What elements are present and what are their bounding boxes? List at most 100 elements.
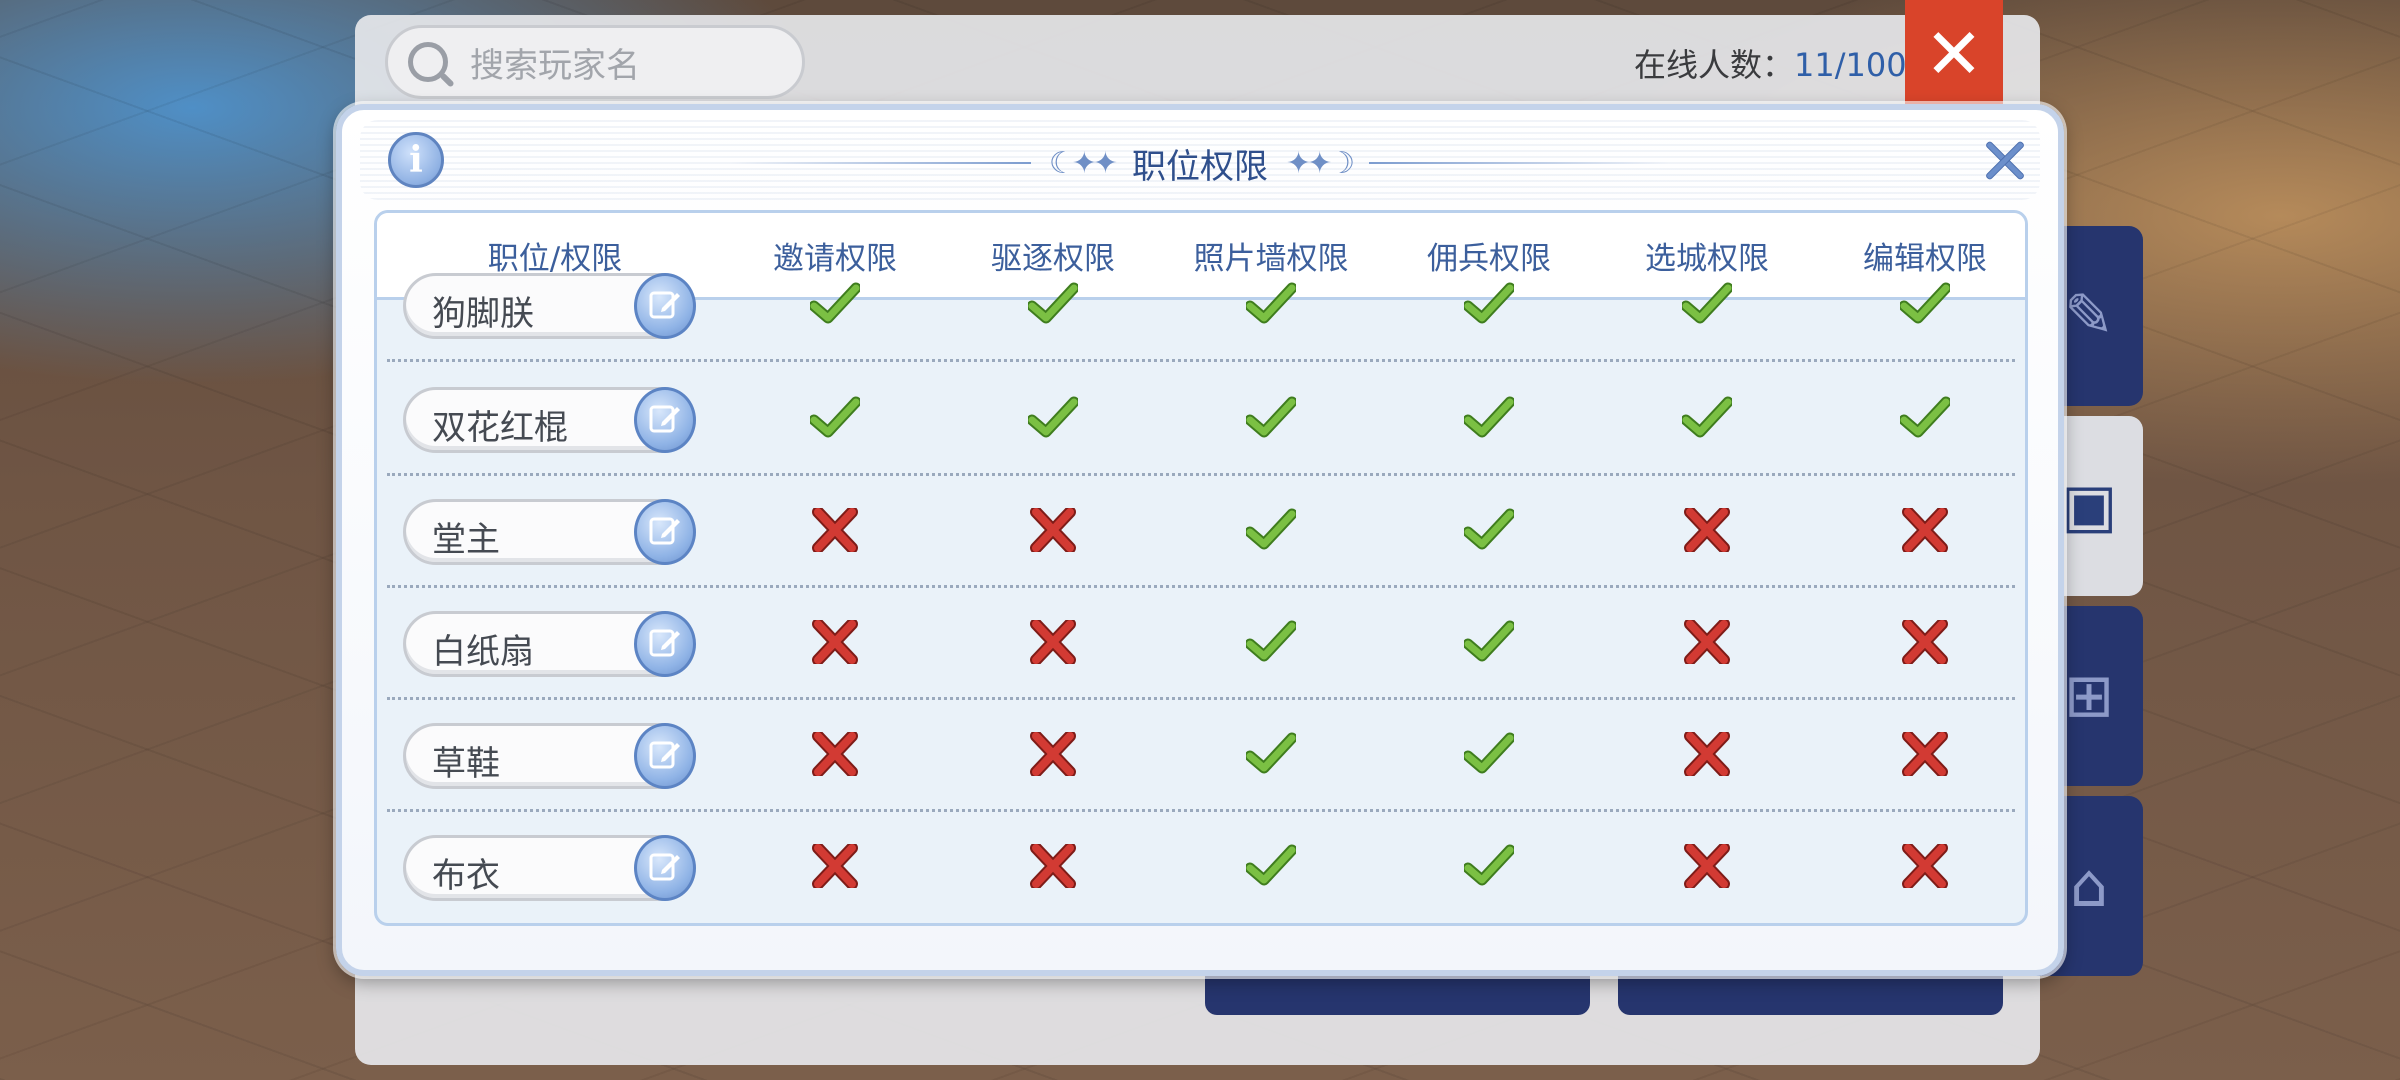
role-name: 双花红棍 — [432, 408, 568, 448]
search-input[interactable]: 搜索玩家名 — [470, 38, 640, 87]
title-line-right — [1369, 162, 1670, 164]
role-name-pill[interactable]: 布衣 — [403, 835, 696, 901]
cross-icon — [1900, 618, 1950, 668]
permission-cell[interactable] — [1379, 364, 1599, 476]
permission-cell[interactable] — [943, 812, 1163, 923]
permission-cell[interactable] — [1815, 476, 2025, 588]
edit-role-button[interactable] — [634, 387, 696, 453]
role-name: 布衣 — [432, 856, 500, 896]
check-icon — [1462, 508, 1516, 556]
check-icon — [1244, 508, 1298, 556]
door-icon: ⊞ — [2063, 661, 2115, 731]
permission-cell[interactable] — [1379, 588, 1599, 700]
edit-icon — [648, 849, 682, 887]
permission-cell[interactable] — [1815, 364, 2025, 476]
role-name: 草鞋 — [432, 744, 500, 784]
permission-cell[interactable] — [1597, 700, 1817, 812]
check-icon — [1026, 396, 1080, 444]
permission-cell[interactable] — [1597, 588, 1817, 700]
cross-icon — [1900, 842, 1950, 892]
permission-cell[interactable] — [1379, 812, 1599, 923]
permission-cell[interactable] — [725, 476, 945, 588]
permission-cell[interactable] — [725, 700, 945, 812]
table-row: 白纸扇 — [377, 588, 2025, 700]
role-name-pill[interactable]: 草鞋 — [403, 723, 696, 789]
permission-cell[interactable] — [725, 812, 945, 923]
player-search-box[interactable]: 搜索玩家名 — [385, 25, 805, 99]
check-icon — [1244, 844, 1298, 892]
check-icon — [1462, 732, 1516, 780]
cross-icon — [1028, 730, 1078, 780]
cross-icon — [1682, 618, 1732, 668]
table-row: 狗脚朕 — [377, 250, 2025, 362]
pencil-icon: ✎ — [2063, 281, 2115, 351]
title-row: ☾✦✦ 职位权限 ✦✦☽ — [342, 138, 2058, 188]
permission-cell[interactable] — [943, 250, 1163, 362]
edit-role-button[interactable] — [634, 499, 696, 565]
permission-cell[interactable] — [1161, 476, 1381, 588]
check-icon — [1898, 282, 1952, 330]
check-icon — [1680, 396, 1734, 444]
edit-icon — [648, 287, 682, 325]
check-icon — [1680, 282, 1734, 330]
permission-cell[interactable] — [1379, 700, 1599, 812]
edit-icon — [648, 513, 682, 551]
edit-role-button[interactable] — [634, 273, 696, 339]
id-card-icon: ▣ — [2060, 471, 2118, 541]
close-icon: ✕ — [1924, 13, 1984, 95]
role-name-pill[interactable]: 白纸扇 — [403, 611, 696, 677]
table-row: 布衣 — [377, 812, 2025, 923]
permission-cell[interactable] — [1161, 250, 1381, 362]
permission-cell[interactable] — [1597, 476, 1817, 588]
check-icon — [1462, 844, 1516, 892]
cross-icon — [1028, 506, 1078, 556]
permission-cell[interactable] — [943, 476, 1163, 588]
edit-role-button[interactable] — [634, 723, 696, 789]
permission-cell[interactable] — [1815, 588, 2025, 700]
permission-cell[interactable] — [1597, 250, 1817, 362]
permission-cell[interactable] — [1161, 812, 1381, 923]
permission-cell[interactable] — [1379, 250, 1599, 362]
permission-cell[interactable] — [1161, 588, 1381, 700]
crescent-ornament-left-icon: ☾✦✦ — [1048, 145, 1118, 181]
cross-icon — [1900, 506, 1950, 556]
permission-cell[interactable] — [1815, 250, 2025, 362]
permission-cell[interactable] — [1161, 700, 1381, 812]
check-icon — [808, 396, 862, 444]
guild-close-button[interactable]: ✕ — [1905, 0, 2003, 108]
check-icon — [1026, 282, 1080, 330]
permission-cell[interactable] — [1379, 476, 1599, 588]
permission-cell[interactable] — [1815, 700, 2025, 812]
permission-cell[interactable] — [943, 588, 1163, 700]
cross-icon — [1682, 730, 1732, 780]
check-icon — [1462, 282, 1516, 330]
permission-cell[interactable] — [725, 588, 945, 700]
permission-cell[interactable] — [725, 364, 945, 476]
permission-cell[interactable] — [943, 700, 1163, 812]
role-name-pill[interactable]: 堂主 — [403, 499, 696, 565]
dialog-title: 职位权限 — [1132, 146, 1268, 187]
check-icon — [1462, 396, 1516, 444]
permissions-table: 职位/权限 邀请权限 驱逐权限 照片墙权限 佣兵权限 选城权限 编辑权限 狗脚朕 双花红棍 … — [374, 210, 2028, 926]
close-icon[interactable] — [1984, 140, 2024, 180]
role-name-pill[interactable]: 双花红棍 — [403, 387, 696, 453]
edit-icon — [648, 401, 682, 439]
permission-cell[interactable] — [943, 364, 1163, 476]
edit-role-button[interactable] — [634, 835, 696, 901]
permission-cell[interactable] — [725, 250, 945, 362]
online-count-label: 在线人数：11/100 — [1634, 40, 1907, 86]
search-icon — [408, 42, 448, 82]
permission-cell[interactable] — [1597, 812, 1817, 923]
crescent-ornament-right-icon: ✦✦☽ — [1286, 145, 1355, 181]
permission-cell[interactable] — [1815, 812, 2025, 923]
permission-cell[interactable] — [1161, 364, 1381, 476]
permission-cell[interactable] — [1597, 364, 1817, 476]
check-icon — [1462, 620, 1516, 668]
cross-icon — [1028, 618, 1078, 668]
table-row: 堂主 — [377, 476, 2025, 588]
table-body[interactable]: 狗脚朕 双花红棍 堂主 白纸扇 草鞋 布衣 — [377, 273, 2025, 923]
edit-role-button[interactable] — [634, 611, 696, 677]
check-icon — [1244, 620, 1298, 668]
role-name-pill[interactable]: 狗脚朕 — [403, 273, 696, 339]
cross-icon — [1900, 730, 1950, 780]
